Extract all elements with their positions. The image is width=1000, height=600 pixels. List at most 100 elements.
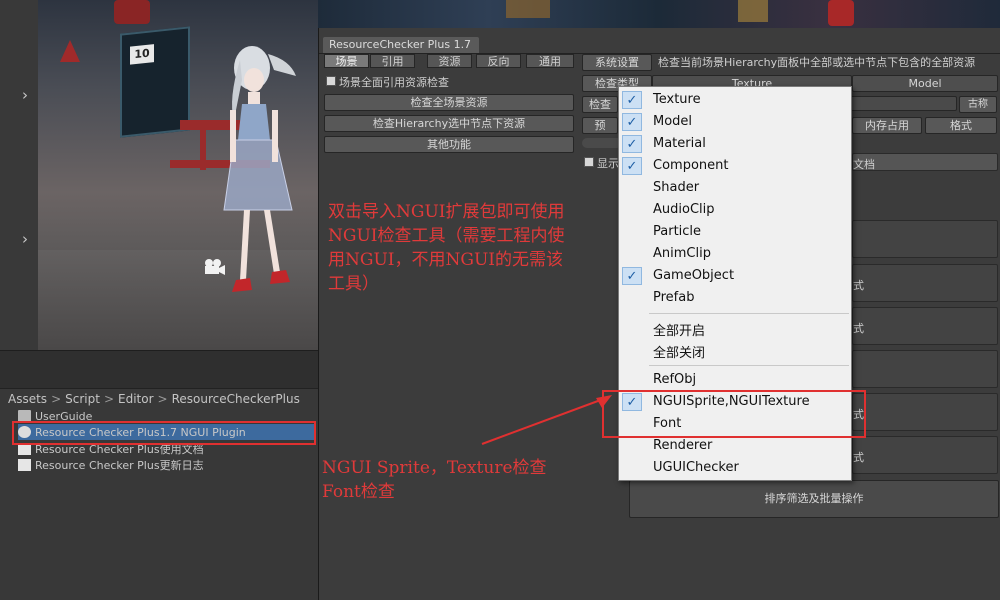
- menu-item-component[interactable]: ✓ Component: [619, 155, 851, 177]
- annotation-line: Font检查: [322, 482, 395, 502]
- breadcrumb-item[interactable]: Assets: [8, 392, 47, 406]
- annotation-line: 工具）: [328, 274, 379, 294]
- menu-item-label: 全部开启: [653, 324, 706, 339]
- list-item[interactable]: 式: [852, 307, 998, 345]
- menu-item-label: Material: [653, 136, 706, 151]
- preset-button[interactable]: 预: [582, 117, 618, 134]
- system-settings-button[interactable]: 系统设置: [582, 54, 652, 71]
- menu-item-animclip[interactable]: AnimClip: [619, 243, 851, 265]
- highlight-box-ngui-items: [602, 390, 866, 438]
- other-features-button[interactable]: 其他功能: [324, 136, 574, 153]
- scene-ref-label: 场景全面引用资源检查: [339, 76, 449, 89]
- menu-item-gameobject[interactable]: ✓ GameObject: [619, 265, 851, 287]
- menu-item-particle[interactable]: Particle: [619, 221, 851, 243]
- checkmark-icon: ✓: [622, 157, 642, 175]
- format-button[interactable]: 格式: [925, 117, 997, 134]
- expand-chevron-icon[interactable]: ›: [22, 86, 28, 104]
- camera-gizmo-icon[interactable]: [203, 258, 225, 276]
- breadcrumb-item[interactable]: Script: [65, 392, 100, 406]
- check-all-scene-button[interactable]: 检查全场景资源: [324, 94, 574, 111]
- menu-separator: [649, 365, 849, 366]
- tab-reference[interactable]: 引用: [370, 54, 415, 68]
- menu-item-label: 全部关闭: [653, 346, 706, 361]
- tab-general[interactable]: 通用: [526, 54, 574, 68]
- breadcrumb-separator-icon: >: [157, 392, 168, 406]
- menu-item-uguichecker[interactable]: UGUIChecker: [619, 457, 851, 479]
- tab-reverse[interactable]: 反向: [476, 54, 521, 68]
- tab-assets[interactable]: 资源: [427, 54, 472, 68]
- list-item[interactable]: [852, 220, 998, 258]
- scene-decoration: [738, 0, 768, 22]
- doc-row[interactable]: 文档: [852, 153, 998, 171]
- menu-item-texture[interactable]: ✓ Texture: [619, 89, 851, 111]
- list-item[interactable]: 式: [852, 264, 998, 302]
- annotation-ngui-check: NGUI Sprite，Texture检查 Font检查: [322, 456, 612, 504]
- check-small-button[interactable]: 检查: [582, 96, 618, 113]
- annotation-line: 用NGUI，不用NGUI的无需该: [328, 250, 563, 270]
- scene-decoration: [506, 0, 550, 18]
- list-item[interactable]: [852, 350, 998, 388]
- scene-view-top-strip: [318, 0, 1000, 28]
- character-model: [223, 46, 296, 292]
- document-icon: [18, 459, 31, 471]
- menu-item-prefab[interactable]: Prefab: [619, 287, 851, 309]
- scene-ref-checkbox[interactable]: [326, 76, 336, 86]
- description-text: 检查当前场景Hierarchy面板中全部或选中节点下包含的全部资源: [658, 56, 976, 69]
- highlight-box-package: [12, 421, 316, 445]
- check-hierarchy-button[interactable]: 检查Hierarchy选中节点下资源: [324, 115, 574, 132]
- menu-item-refobj[interactable]: RefObj: [619, 369, 851, 391]
- tab-scene[interactable]: 场景: [324, 54, 369, 68]
- partial-style-label: 式: [853, 279, 864, 292]
- project-panel: Assets > Script > Editor > ResourceCheckerPlus…: [0, 350, 318, 600]
- list-item[interactable]: 式: [852, 393, 998, 431]
- list-item[interactable]: Resource Checker Plus更新日志: [18, 457, 204, 473]
- menu-item-audioclip[interactable]: AudioClip: [619, 199, 851, 221]
- checkmark-icon: ✓: [622, 91, 642, 109]
- menu-item-material[interactable]: ✓ Material: [619, 133, 851, 155]
- sort-filter-button[interactable]: 排序筛选及批量操作: [629, 480, 999, 518]
- unity-editor: › › 10 Assets > Script > Editor > Resour…: [0, 0, 1000, 600]
- menu-item-label: RefObj: [653, 372, 697, 387]
- annotation-line: NGUI Sprite，Texture检查: [322, 458, 547, 478]
- menu-item-label: Texture: [653, 92, 701, 107]
- menu-item-label: Model: [653, 114, 693, 129]
- menu-item-label: GameObject: [653, 268, 735, 283]
- breadcrumb-separator-icon: >: [51, 392, 62, 406]
- menu-item-shader[interactable]: Shader: [619, 177, 851, 199]
- scene-view[interactable]: › › 10: [0, 0, 318, 350]
- breadcrumb-item[interactable]: ResourceCheckerPlus: [172, 392, 300, 406]
- show-label: 显示: [597, 157, 619, 170]
- project-toolbar: [0, 351, 318, 389]
- checkmark-icon: ✓: [622, 267, 642, 285]
- breadcrumb-item[interactable]: Editor: [118, 392, 154, 406]
- menu-item-label: Component: [653, 158, 729, 173]
- scene-no-sign: [114, 0, 150, 24]
- menu-item-label: Shader: [653, 180, 700, 195]
- list-item[interactable]: 式: [852, 436, 998, 474]
- annotation-line: NGUI检查工具（需要工程内使: [328, 226, 565, 246]
- breadcrumb: Assets > Script > Editor > ResourceCheckerPlus: [8, 392, 300, 406]
- breadcrumb-separator-icon: >: [103, 392, 114, 406]
- menu-separator: [649, 313, 849, 314]
- menu-item-model[interactable]: ✓ Model: [619, 111, 851, 133]
- menu-item-label: Renderer: [653, 438, 713, 453]
- menu-item-label: AudioClip: [653, 202, 715, 217]
- menu-item-label: UGUIChecker: [653, 460, 739, 475]
- show-checkbox[interactable]: [584, 157, 594, 167]
- window-tab[interactable]: ResourceChecker Plus 1.7: [323, 37, 479, 53]
- menu-item-label: Particle: [653, 224, 702, 239]
- expand-chevron-icon[interactable]: ›: [22, 230, 28, 248]
- annotation-ngui-tool: 双击导入NGUI扩展包即可使用 NGUI检查工具（需要工程内使 用NGUI，不用…: [328, 200, 618, 296]
- file-name: Resource Checker Plus更新日志: [35, 459, 204, 472]
- partial-style-label: 式: [853, 451, 864, 464]
- doc-label: 文档: [853, 158, 875, 171]
- right-small-button[interactable]: 古称: [959, 96, 997, 113]
- menu-item-label: AnimClip: [653, 246, 711, 261]
- memory-usage-button[interactable]: 内存占用: [852, 117, 922, 134]
- partial-style-label: 式: [853, 322, 864, 335]
- menu-item-disable-all[interactable]: 全部关闭: [619, 339, 851, 361]
- menu-item-renderer[interactable]: Renderer: [619, 435, 851, 457]
- menu-item-enable-all[interactable]: 全部开启: [619, 317, 851, 339]
- type-header-model[interactable]: Model: [852, 75, 998, 92]
- scrollbar[interactable]: [582, 138, 622, 148]
